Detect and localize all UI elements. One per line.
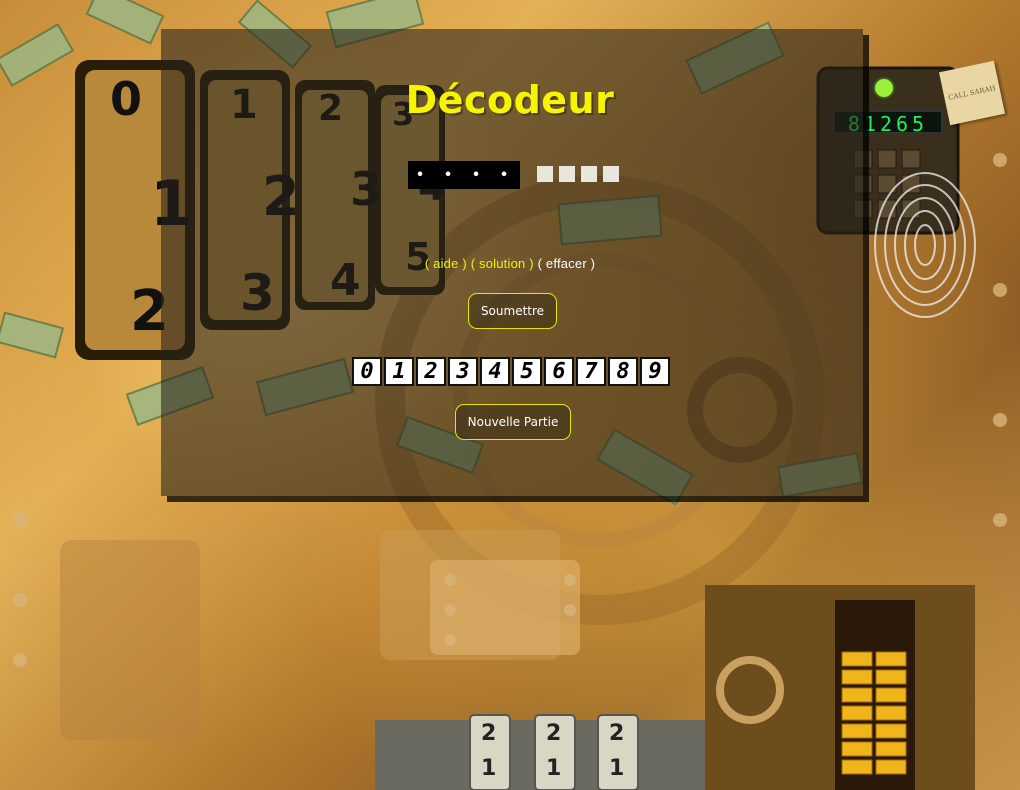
- digit-key-7[interactable]: 7: [576, 357, 606, 386]
- digit-key-2[interactable]: 2: [416, 357, 446, 386]
- digit-key-5[interactable]: 5: [512, 357, 542, 386]
- digit-key-9[interactable]: 9: [640, 357, 670, 386]
- digit-key-4[interactable]: 4: [480, 357, 510, 386]
- submit-button[interactable]: Soumettre: [468, 293, 557, 329]
- digit-key-3[interactable]: 3: [448, 357, 478, 386]
- help-link[interactable]: ( aide ): [425, 256, 467, 271]
- feedback-peg: [559, 166, 575, 182]
- bottom-dial-top-1: 2: [481, 721, 496, 746]
- solution-link[interactable]: ( solution ): [471, 256, 534, 271]
- bottom-dial-mid-3: 1: [609, 756, 624, 781]
- bottom-dial-top-2: 2: [546, 721, 561, 746]
- new-game-button[interactable]: Nouvelle Partie: [455, 404, 571, 440]
- bottom-dial-mid-2: 1: [546, 756, 561, 781]
- clear-link[interactable]: ( effacer ): [538, 256, 596, 271]
- digit-key-6[interactable]: 6: [544, 357, 574, 386]
- guess-slot-3[interactable]: •: [464, 161, 492, 189]
- bottom-dial-top-3: 2: [609, 721, 624, 746]
- digit-key-8[interactable]: 8: [608, 357, 638, 386]
- guess-slots: • • • •: [408, 160, 520, 190]
- digit-key-1[interactable]: 1: [384, 357, 414, 386]
- guess-slot-4[interactable]: •: [492, 161, 520, 189]
- feedback-pegs: [537, 166, 625, 182]
- page-title: Décodeur: [405, 78, 615, 122]
- feedback-peg: [537, 166, 553, 182]
- feedback-peg: [581, 166, 597, 182]
- digit-pad: 0 1 2 3 4 5 6 7 8 9: [352, 357, 672, 386]
- bottom-dial-mid-1: 1: [481, 756, 496, 781]
- guess-slot-2[interactable]: •: [436, 161, 464, 189]
- digit-key-0[interactable]: 0: [352, 357, 382, 386]
- action-links: ( aide ) ( solution ) ( effacer ): [0, 256, 1020, 271]
- feedback-peg: [603, 166, 619, 182]
- guess-slot-1[interactable]: •: [408, 161, 436, 189]
